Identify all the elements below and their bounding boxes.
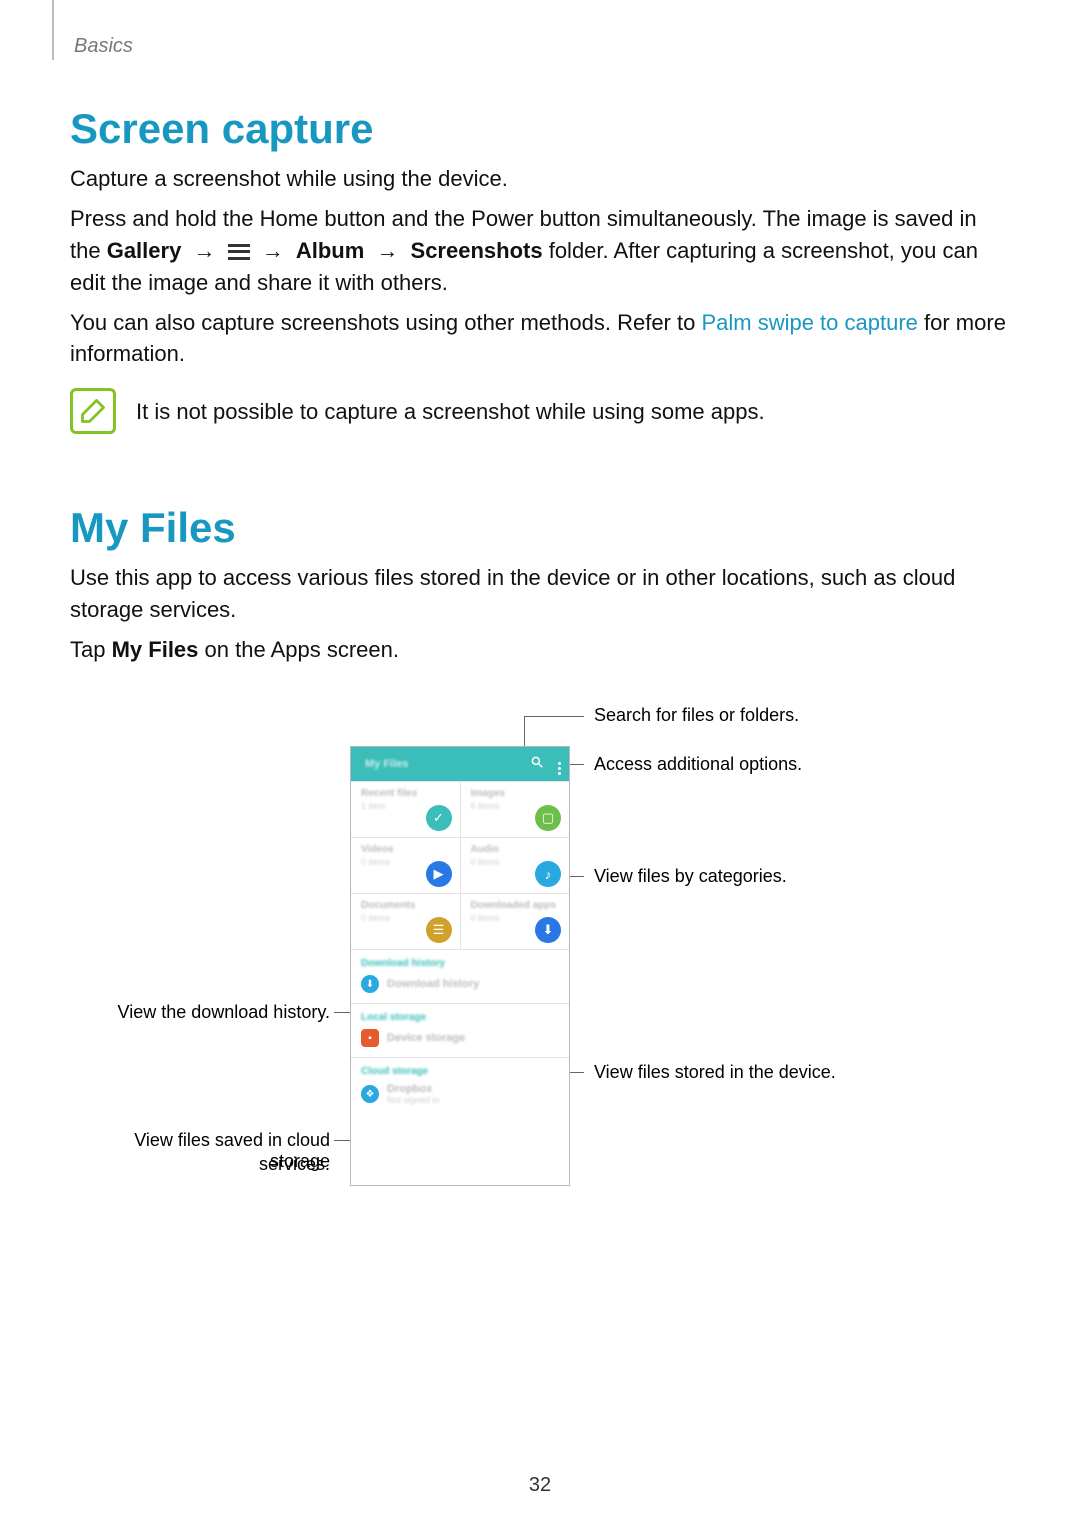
myfiles-tap: Tap My Files on the Apps screen. xyxy=(70,634,1010,666)
app-title: My Files xyxy=(359,758,516,770)
category-grid: Recent files 1 item ✓ Images 6 items ▢ V… xyxy=(351,781,569,950)
page-number: 32 xyxy=(0,1474,1080,1497)
category-label: Documents xyxy=(361,900,452,911)
callout-device: View files stored in the device. xyxy=(594,1062,836,1083)
category-label: Videos xyxy=(361,844,452,855)
category-cell[interactable]: Documents 0 items ☰ xyxy=(351,893,461,949)
lead-line xyxy=(524,716,584,717)
myfiles-bold: My Files xyxy=(112,637,199,662)
category-cell[interactable]: Images 6 items ▢ xyxy=(461,781,570,837)
category-cell[interactable]: Videos 0 items ▶ xyxy=(351,837,461,893)
category-label: Audio xyxy=(471,844,562,855)
download-history-section: Download history ⬇ Download history xyxy=(351,950,569,1004)
section-header: Local storage xyxy=(361,1012,559,1023)
screencap-intro: Capture a screenshot while using the dev… xyxy=(70,163,1010,195)
category-label: Images xyxy=(471,788,562,799)
arrow-icon: → xyxy=(187,238,221,263)
album-bold: Album xyxy=(296,238,364,263)
text: on the Apps screen. xyxy=(205,637,399,662)
screencap-howto: Press and hold the Home button and the P… xyxy=(70,203,1010,299)
category-cell[interactable]: Audio 0 items ♪ xyxy=(461,837,570,893)
breadcrumb: Basics xyxy=(74,35,133,58)
local-storage-section: Local storage ▪ Device storage xyxy=(351,1004,569,1058)
document-icon: ☰ xyxy=(426,917,452,943)
heading-screen-capture: Screen capture xyxy=(70,105,1010,153)
category-cell[interactable]: Downloaded apps 0 items ⬇ xyxy=(461,893,570,949)
item-label: Device storage xyxy=(387,1032,465,1044)
video-icon: ▶ xyxy=(426,861,452,887)
gallery-bold: Gallery xyxy=(107,238,182,263)
search-icon[interactable] xyxy=(530,755,544,773)
section-header: Download history xyxy=(361,958,559,969)
category-label: Downloaded apps xyxy=(471,900,562,911)
lead-line xyxy=(570,876,584,877)
screencap-other: You can also capture screenshots using o… xyxy=(70,307,1010,371)
cloud-icon: ❖ xyxy=(361,1085,379,1103)
text: Tap xyxy=(70,637,112,662)
callout-cloud-b: services. xyxy=(259,1154,330,1175)
arrow-icon: → xyxy=(256,238,290,263)
note-block: It is not possible to capture a screensh… xyxy=(70,388,1010,434)
callout-download: View the download history. xyxy=(118,1002,330,1023)
category-label: Recent files xyxy=(361,788,452,799)
download-icon: ⬇ xyxy=(535,917,561,943)
screenshots-bold: Screenshots xyxy=(411,238,543,263)
music-icon: ♪ xyxy=(535,861,561,887)
lead-line xyxy=(524,716,525,746)
myfiles-diagram: Search for files or folders. Access addi… xyxy=(70,696,1010,1216)
callout-search: Search for files or folders. xyxy=(594,705,799,726)
heading-my-files: My Files xyxy=(70,504,1010,552)
item-label: Dropbox xyxy=(387,1083,440,1095)
myfiles-intro: Use this app to access various files sto… xyxy=(70,562,1010,626)
cloud-storage-section: Cloud storage ❖ Dropbox Not signed in xyxy=(351,1058,569,1115)
section-header: Cloud storage xyxy=(361,1066,559,1077)
callout-more: Access additional options. xyxy=(594,754,802,775)
note-icon xyxy=(70,388,116,434)
arrow-icon: → xyxy=(370,238,404,263)
more-icon[interactable] xyxy=(558,753,561,775)
category-cell[interactable]: Recent files 1 item ✓ xyxy=(351,781,461,837)
download-history-item[interactable]: ⬇ Download history xyxy=(361,975,559,993)
item-label: Download history xyxy=(387,978,479,990)
download-icon: ⬇ xyxy=(361,975,379,993)
device-icon: ▪ xyxy=(361,1029,379,1047)
image-icon: ▢ xyxy=(535,805,561,831)
clock-icon: ✓ xyxy=(426,805,452,831)
app-titlebar: My Files xyxy=(351,747,569,781)
item-sub: Not signed in xyxy=(387,1095,440,1105)
callout-categories: View files by categories. xyxy=(594,866,787,887)
header-rule xyxy=(52,0,54,60)
palm-swipe-link[interactable]: Palm swipe to capture xyxy=(701,310,917,335)
phone-mock: My Files Recent files 1 item ✓ xyxy=(350,746,570,1186)
menu-icon xyxy=(228,244,250,260)
text: You can also capture screenshots using o… xyxy=(70,310,701,335)
note-text: It is not possible to capture a screensh… xyxy=(136,388,765,428)
cloud-storage-item[interactable]: ❖ Dropbox Not signed in xyxy=(361,1083,559,1105)
device-storage-item[interactable]: ▪ Device storage xyxy=(361,1029,559,1047)
